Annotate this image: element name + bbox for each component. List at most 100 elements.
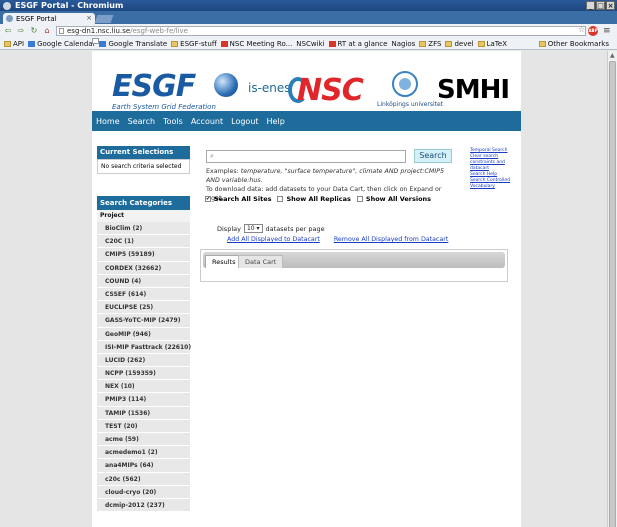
facet-value-item[interactable]: TAMIP (1536) bbox=[97, 406, 190, 420]
facet-value-item[interactable]: CORDEX (32662) bbox=[97, 261, 190, 275]
facet-value-item[interactable]: PMIP3 (114) bbox=[97, 393, 190, 407]
tab-data-cart[interactable]: Data Cart bbox=[238, 255, 284, 268]
results-panel: Results Data Cart bbox=[200, 249, 508, 282]
page-size-select[interactable]: 10 ▾ bbox=[243, 224, 263, 233]
search-icon: ⌕ bbox=[210, 152, 214, 160]
folder-icon bbox=[4, 40, 11, 47]
side-links: Temporal Search Clear search constraints… bbox=[470, 148, 518, 190]
bookmark-star-icon[interactable]: ☆ bbox=[578, 25, 585, 34]
page-viewport: ESGF Earth System Grid Federation is-ene… bbox=[0, 51, 607, 527]
isenes-logo: is-enes bbox=[248, 81, 291, 95]
search-input[interactable]: ⌕ bbox=[206, 150, 406, 163]
calendar-icon bbox=[28, 40, 36, 47]
tab-title: ESGF Portal bbox=[16, 14, 57, 23]
all-replicas-checkbox[interactable] bbox=[277, 196, 284, 202]
facet-value-item[interactable]: cloud-cryo (20) bbox=[97, 485, 190, 499]
add-all-link[interactable]: Add All Displayed to Datacart bbox=[227, 236, 320, 243]
other-bookmarks[interactable]: Other Bookmarks bbox=[538, 40, 609, 48]
bookmark-item[interactable]: devel bbox=[445, 40, 474, 48]
home-icon[interactable]: ⌂ bbox=[42, 26, 52, 36]
facet-value-item[interactable]: CMIP5 (59189) bbox=[97, 248, 190, 262]
nav-account[interactable]: Account bbox=[191, 117, 223, 126]
remove-all-link[interactable]: Remove All Displayed from Datacart bbox=[334, 236, 449, 243]
search-options: ✔ Search All Sites Show All Replicas Show… bbox=[205, 195, 432, 203]
esgf-logo: ESGF Earth System Grid Federation bbox=[112, 69, 238, 115]
facet-value-item[interactable]: LUCID (262) bbox=[97, 353, 190, 368]
bookmark-item[interactable]: RT at a glance bbox=[328, 40, 387, 48]
nav-help[interactable]: Help bbox=[267, 117, 285, 126]
address-bar[interactable]: esg-dn1.nsc.liu.se/esgf-web-fe/live bbox=[56, 26, 586, 36]
menu-icon[interactable]: ≡ bbox=[603, 26, 611, 36]
maximize-button[interactable]: □ bbox=[596, 1, 605, 10]
folder-icon bbox=[419, 40, 427, 47]
facet-value-item[interactable]: EUCLIPSE (25) bbox=[97, 301, 190, 315]
bookmark-item[interactable]: NSCwiki bbox=[92, 38, 325, 48]
bookmark-item[interactable]: API bbox=[4, 40, 24, 48]
facet-value-item[interactable]: ana4MIPs (64) bbox=[97, 459, 190, 473]
nav-logout[interactable]: Logout bbox=[231, 117, 258, 126]
bookmark-item[interactable]: ZFS bbox=[419, 40, 441, 48]
facet-value-item[interactable]: GASS-YoTC-MIP (2479) bbox=[97, 314, 190, 328]
bookmark-item[interactable]: ESGF-stuff bbox=[171, 40, 217, 48]
facet-project[interactable]: Project bbox=[97, 210, 190, 222]
tab-favicon bbox=[6, 15, 13, 22]
scroll-up-icon[interactable]: ▲ bbox=[610, 52, 615, 59]
forward-icon[interactable]: ⇨ bbox=[16, 26, 26, 36]
window-title: ESGF Portal - Chromium bbox=[15, 1, 124, 10]
folder-icon bbox=[171, 40, 179, 47]
clear-constraints-link[interactable]: Clear search constraints and datacart bbox=[470, 154, 518, 172]
folder-icon bbox=[477, 40, 485, 47]
facet-value-item[interactable]: ISI-MIP Fasttrack (22610) bbox=[97, 340, 191, 354]
page-icon bbox=[59, 28, 64, 34]
facet-value-item[interactable]: acme (59) bbox=[97, 433, 190, 447]
controlled-vocabulary-link[interactable]: Search Controlled Vocabulary bbox=[470, 178, 518, 190]
globe-icon bbox=[214, 73, 238, 97]
facet-value-item[interactable]: c20c (562) bbox=[97, 472, 190, 486]
scrollbar-thumb[interactable] bbox=[609, 61, 616, 527]
page-scrollbar[interactable]: ▲ bbox=[607, 51, 617, 527]
facet-value-item[interactable]: dcmip-2012 (237) bbox=[97, 498, 190, 513]
facet-value-item[interactable]: TEST (20) bbox=[97, 419, 190, 433]
adblock-icon[interactable]: ABP bbox=[588, 26, 598, 36]
current-selections-body: No search criteria selected bbox=[97, 159, 190, 174]
close-window-button[interactable]: × bbox=[606, 1, 615, 10]
minimize-button[interactable]: _ bbox=[586, 1, 595, 10]
rt-icon bbox=[328, 40, 336, 47]
facet-value-item[interactable]: acmedemo1 (2) bbox=[97, 446, 190, 460]
facet-value-item[interactable]: BioClim (2) bbox=[97, 222, 190, 236]
browser-tab[interactable]: ESGF Portal × bbox=[3, 13, 95, 24]
liu-emblem bbox=[392, 71, 418, 97]
all-sites-checkbox[interactable]: ✔ bbox=[205, 196, 211, 202]
search-button[interactable]: Search bbox=[414, 149, 452, 163]
bookmark-item[interactable]: Google Calendar bbox=[28, 40, 95, 48]
tab-close-icon[interactable]: × bbox=[86, 14, 92, 22]
nav-tools[interactable]: Tools bbox=[163, 117, 183, 126]
back-icon[interactable]: ⇦ bbox=[3, 26, 13, 36]
current-selections-header: Current Selections bbox=[97, 146, 190, 159]
tab-strip: ESGF Portal × bbox=[0, 11, 617, 24]
bookmarks-bar: API Google Calendar Google Translate ESG… bbox=[0, 38, 617, 50]
bookmark-item[interactable]: Nagios bbox=[92, 38, 415, 48]
nsc-icon bbox=[220, 40, 228, 47]
esgf-page: ESGF Earth System Grid Federation is-ene… bbox=[92, 51, 521, 527]
nagios-icon bbox=[92, 38, 99, 44]
facet-value-item[interactable]: CSSEF (614) bbox=[97, 287, 190, 302]
nav-search[interactable]: Search bbox=[128, 117, 155, 126]
nav-home[interactable]: Home bbox=[96, 117, 120, 126]
tab-results[interactable]: Results bbox=[205, 255, 243, 268]
bookmark-item[interactable]: Google Translate bbox=[99, 40, 167, 48]
bookmark-item[interactable]: LaTeX bbox=[477, 40, 507, 48]
chromium-icon bbox=[3, 1, 11, 10]
facet-value-item[interactable]: COUND (4) bbox=[97, 274, 190, 288]
translate-icon bbox=[99, 40, 107, 47]
facet-value-item[interactable]: GeoMIP (946) bbox=[97, 327, 190, 341]
results-tabbar: Results Data Cart bbox=[203, 252, 505, 268]
all-versions-checkbox[interactable] bbox=[356, 196, 363, 202]
facet-value-item[interactable]: NEX (10) bbox=[97, 380, 190, 394]
reload-icon[interactable]: ↻ bbox=[29, 26, 39, 36]
facet-value-item[interactable]: C20C (1) bbox=[97, 235, 190, 249]
window-controls: _ □ × bbox=[586, 1, 615, 10]
bookmark-item[interactable]: NSC Meeting Ro... bbox=[220, 40, 292, 48]
new-tab-button[interactable] bbox=[94, 15, 114, 23]
facet-value-item[interactable]: NCPP (159359) bbox=[97, 367, 190, 381]
